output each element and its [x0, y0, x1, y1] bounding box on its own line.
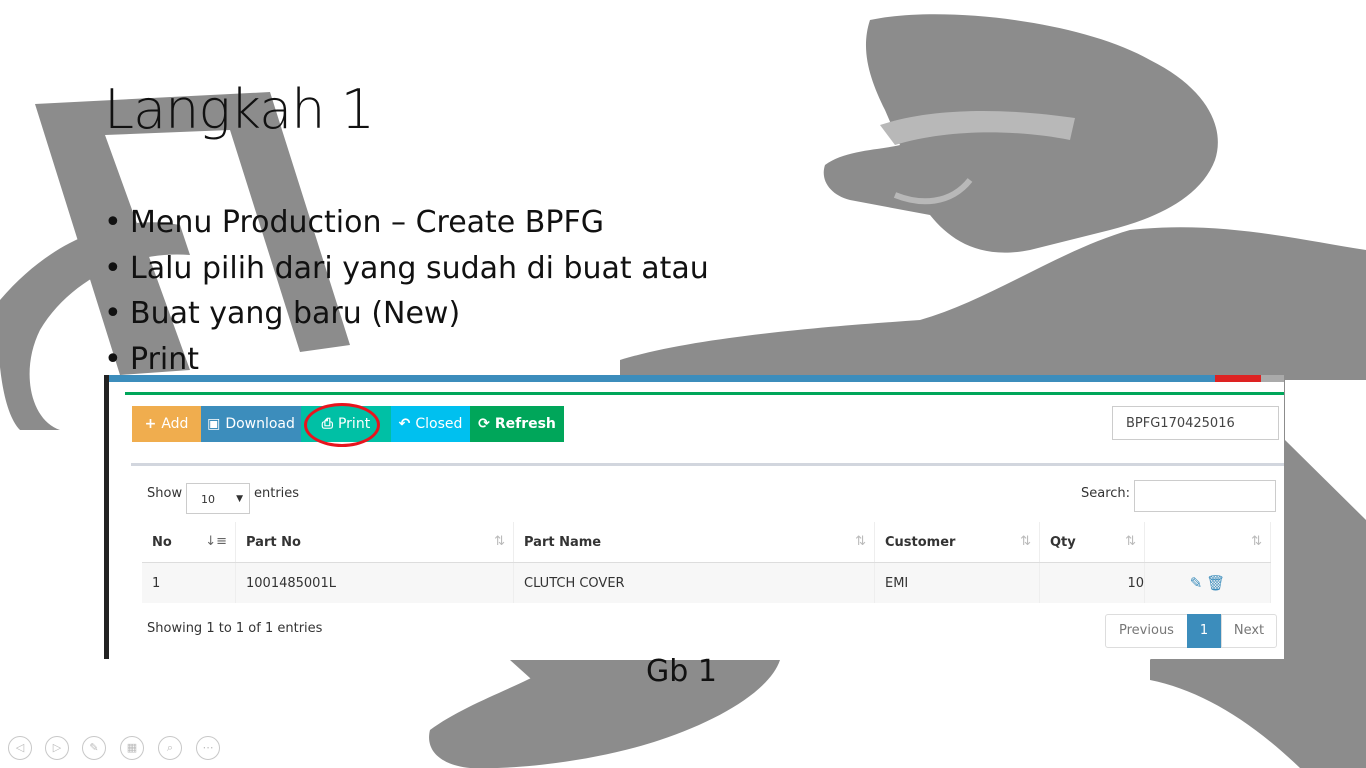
- column-header-customer[interactable]: Customer ⇅: [874, 522, 1040, 563]
- plus-icon: +: [144, 416, 157, 432]
- column-header-label: Customer: [885, 534, 956, 550]
- download-button-label: Download: [225, 416, 295, 432]
- column-header-part-no[interactable]: Part No ⇅: [235, 522, 514, 563]
- pagination-next[interactable]: Next: [1221, 614, 1277, 648]
- excel-file-icon: ▣: [207, 416, 221, 432]
- bullet-item: Menu Production – Create BPFG: [104, 200, 709, 246]
- show-label: Show: [147, 486, 183, 501]
- closed-button-label: Closed: [415, 416, 463, 432]
- sort-icon: ⇅: [1125, 534, 1136, 549]
- edit-icon[interactable]: ✎: [1190, 574, 1203, 592]
- figure-caption: Gb 1: [646, 654, 717, 689]
- column-header-actions[interactable]: ⇅: [1144, 522, 1271, 563]
- page-length-value: 10: [201, 493, 215, 506]
- cell-qty: 10: [1039, 562, 1145, 603]
- print-highlight-circle: [304, 403, 380, 447]
- chevron-down-icon: ▼: [236, 494, 243, 504]
- embedded-app-screenshot: + Add ▣ Download ⎙ Print ↶ Closed ⟳ Refresh B…: [104, 375, 1284, 659]
- trash-icon[interactable]: 🗑: [1206, 574, 1225, 592]
- page-length-select[interactable]: 10 ▼: [186, 483, 250, 514]
- column-header-label: Part No: [246, 534, 301, 550]
- bullet-list: Menu Production – Create BPFG Lalu pilih…: [104, 200, 709, 382]
- add-button-label: Add: [161, 416, 189, 432]
- top-bar-grey-accent: [1261, 375, 1284, 382]
- zoom-icon[interactable]: ⌕: [158, 736, 182, 760]
- top-bar-red-accent: [1215, 375, 1261, 382]
- cell-part-no: 1001485001L: [235, 562, 514, 603]
- column-header-label: Part Name: [524, 534, 602, 550]
- column-header-qty[interactable]: Qty ⇅: [1039, 522, 1145, 563]
- add-button[interactable]: + Add: [132, 406, 201, 442]
- sort-icon: ⇅: [1020, 534, 1031, 549]
- column-header-part-name[interactable]: Part Name ⇅: [513, 522, 875, 563]
- sort-asc-icon: ↓≡: [205, 534, 227, 549]
- column-header-label: Qty: [1050, 534, 1076, 550]
- refresh-icon: ⟳: [478, 416, 490, 432]
- entries-label: entries: [254, 486, 300, 501]
- table-info: Showing 1 to 1 of 1 entries: [147, 621, 323, 636]
- document-number-field[interactable]: BPFG170425016: [1112, 406, 1279, 440]
- slide-title: Langkah 1: [104, 78, 375, 141]
- pen-icon[interactable]: ✎: [82, 736, 106, 760]
- refresh-button-label: Refresh: [494, 416, 556, 432]
- bullet-item: Buat yang baru (New): [104, 291, 709, 337]
- pagination-page-1[interactable]: 1: [1187, 614, 1221, 648]
- column-header-label: No: [152, 534, 172, 550]
- closed-button[interactable]: ↶ Closed: [391, 406, 470, 442]
- bullet-item: Lalu pilih dari yang sudah di buat atau: [104, 246, 709, 292]
- cell-part-name: CLUTCH COVER: [513, 562, 875, 603]
- column-header-no[interactable]: No ↓≡: [142, 522, 236, 563]
- pagination-previous[interactable]: Previous: [1105, 614, 1188, 648]
- table-row[interactable]: 1 1001485001L CLUTCH COVER EMI 10 ✎ 🗑: [142, 562, 1271, 603]
- undo-icon: ↶: [398, 416, 411, 432]
- data-table-panel: Show 10 ▼ entries Search: No ↓≡ Part No ⇅ …: [131, 463, 1284, 659]
- app-top-bar: [109, 375, 1284, 382]
- next-slide-icon[interactable]: ▷: [45, 736, 69, 760]
- cell-customer: EMI: [874, 562, 1040, 603]
- table-header-row: No ↓≡ Part No ⇅ Part Name ⇅ Customer ⇅ Qty ⇅ …: [142, 522, 1271, 563]
- box-header-line: [125, 392, 1284, 395]
- refresh-button[interactable]: ⟳ Refresh: [470, 406, 564, 442]
- sort-icon: ⇅: [494, 534, 505, 549]
- download-button[interactable]: ▣ Download: [201, 406, 301, 442]
- search-label: Search:: [1081, 486, 1131, 501]
- sort-icon: ⇅: [1251, 534, 1262, 549]
- search-input[interactable]: [1134, 480, 1276, 512]
- data-table: No ↓≡ Part No ⇅ Part Name ⇅ Customer ⇅ Qty ⇅ …: [142, 522, 1271, 603]
- cell-no: 1: [142, 562, 236, 603]
- more-options-icon[interactable]: ⋯: [196, 736, 220, 760]
- cell-actions: ✎ 🗑: [1144, 562, 1271, 603]
- slide-sorter-icon[interactable]: ▦: [120, 736, 144, 760]
- previous-slide-icon[interactable]: ◁: [8, 736, 32, 760]
- sort-icon: ⇅: [855, 534, 866, 549]
